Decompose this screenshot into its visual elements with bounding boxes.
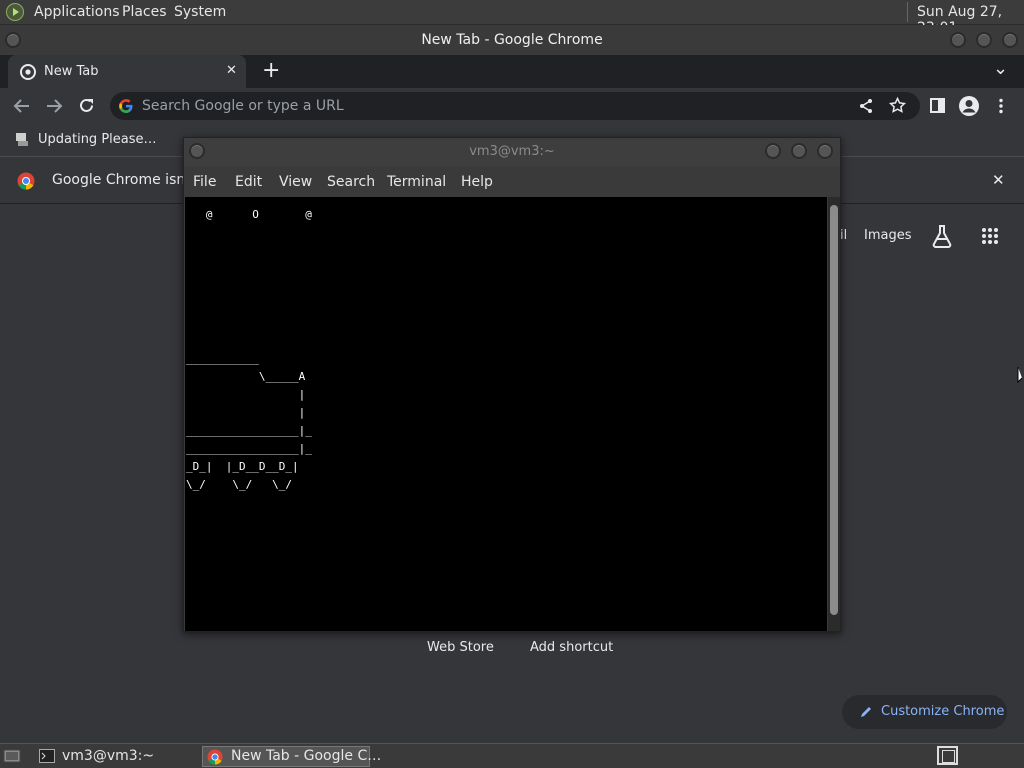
- google-apps-grid-icon[interactable]: [981, 227, 999, 245]
- labs-flask-icon[interactable]: [931, 224, 953, 248]
- minimize-icon[interactable]: [950, 32, 966, 48]
- infobar-close-icon[interactable]: ✕: [992, 171, 1005, 189]
- pencil-icon: [861, 707, 871, 717]
- tab-search-icon[interactable]: ⌄: [993, 58, 1008, 79]
- terminal-output: @ O @ ___________ \_____A | | __________…: [186, 208, 312, 491]
- terminal-menu-view[interactable]: View: [279, 174, 312, 190]
- terminal-menubar: File Edit View Search Terminal Help: [184, 166, 840, 196]
- terminal-minimize-icon[interactable]: [765, 143, 781, 159]
- chrome-icon: [207, 749, 223, 765]
- terminal-screen[interactable]: @ O @ ___________ \_____A | | __________…: [185, 197, 827, 631]
- terminal-scrollbar-thumb[interactable]: [830, 205, 838, 615]
- menu-applications[interactable]: Applications: [34, 4, 120, 20]
- terminal-window[interactable]: vm3@vm3:~ File Edit View Search Terminal…: [183, 137, 841, 632]
- images-link[interactable]: Images: [864, 228, 912, 243]
- chrome-favicon-icon: [20, 64, 36, 80]
- workspace-switcher[interactable]: [937, 746, 958, 765]
- bookmark-updating[interactable]: Updating Please…: [38, 132, 157, 147]
- show-desktop-icon[interactable]: [3, 748, 21, 764]
- menu-places[interactable]: Places: [122, 4, 167, 20]
- side-panel-icon[interactable]: [930, 98, 945, 113]
- terminal-menu-terminal[interactable]: Terminal: [387, 174, 446, 190]
- terminal-maximize-icon[interactable]: [791, 143, 807, 159]
- window-title: New Tab - Google Chrome: [421, 32, 603, 48]
- close-window-icon[interactable]: [1002, 32, 1018, 48]
- terminal-menu-file[interactable]: File: [193, 174, 216, 190]
- mouse-cursor-icon: [1017, 367, 1023, 384]
- chrome-titlebar[interactable]: New Tab - Google Chrome: [0, 25, 1024, 55]
- omnibox-placeholder: Search Google or type a URL: [142, 98, 344, 114]
- terminal-title: vm3@vm3:~: [469, 144, 555, 159]
- reload-icon[interactable]: [78, 97, 95, 114]
- customize-chrome-button[interactable]: Customize Chrome: [842, 695, 1007, 729]
- customize-label: Customize Chrome: [881, 704, 1005, 719]
- chrome-logo-icon: [17, 172, 35, 190]
- terminal-titlebar[interactable]: vm3@vm3:~: [184, 138, 840, 166]
- terminal-icon: [39, 749, 55, 763]
- shortcut-web-store[interactable]: Web Store: [427, 640, 494, 655]
- bottom-panel: vm3@vm3:~ New Tab - Google C…: [0, 743, 1024, 768]
- tab-new-tab[interactable]: New Tab ✕: [8, 55, 246, 88]
- forward-icon[interactable]: [45, 98, 63, 114]
- task-chrome[interactable]: New Tab - Google C…: [202, 746, 381, 767]
- kebab-menu-icon[interactable]: [998, 98, 1004, 114]
- terminal-menu-help[interactable]: Help: [461, 174, 493, 190]
- bookmark-star-icon[interactable]: [889, 97, 906, 114]
- maximize-icon[interactable]: [976, 32, 992, 48]
- task-terminal-label: vm3@vm3:~: [62, 748, 155, 764]
- tab-title: New Tab: [44, 64, 99, 79]
- applications-logo-icon[interactable]: [6, 3, 24, 21]
- top-panel: Applications Places System Sun Aug 27, 2…: [0, 0, 1024, 36]
- profile-avatar-icon[interactable]: [958, 95, 980, 117]
- task-terminal[interactable]: vm3@vm3:~: [34, 746, 198, 767]
- google-g-icon: [119, 99, 133, 113]
- bookmark-app-icon: [16, 133, 28, 146]
- terminal-menu-edit[interactable]: Edit: [235, 174, 262, 190]
- workspace-1[interactable]: [942, 750, 955, 763]
- back-icon[interactable]: [13, 98, 31, 114]
- share-icon[interactable]: [858, 98, 874, 114]
- omnibox[interactable]: Search Google or type a URL: [110, 92, 920, 120]
- panel-separator: [907, 2, 908, 22]
- terminal-scrollbar[interactable]: [828, 197, 840, 631]
- task-chrome-label: New Tab - Google C…: [231, 748, 382, 764]
- gmail-link[interactable]: il: [840, 228, 847, 243]
- new-tab-button[interactable]: +: [262, 58, 280, 83]
- tab-close-icon[interactable]: ✕: [226, 63, 237, 78]
- terminal-menu-search[interactable]: Search: [327, 174, 375, 190]
- terminal-close-icon[interactable]: [817, 143, 833, 159]
- menu-system[interactable]: System: [174, 4, 226, 20]
- shortcut-add[interactable]: Add shortcut: [530, 640, 613, 655]
